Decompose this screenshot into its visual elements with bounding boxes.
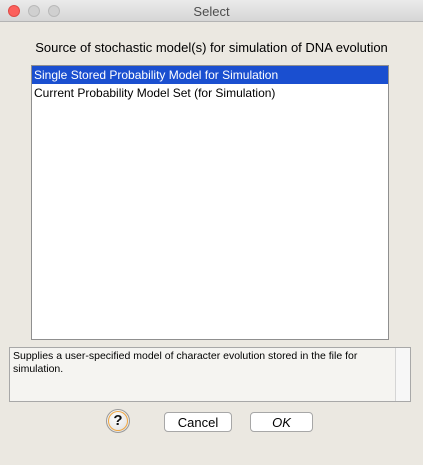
ok-button[interactable]: OK: [250, 412, 313, 432]
list-item-stored-model[interactable]: Single Stored Probability Model for Simu…: [32, 66, 388, 84]
select-dialog: Select Source of stochastic model(s) for…: [0, 0, 423, 465]
description-scrollbar[interactable]: [395, 348, 410, 401]
help-button[interactable]: ?: [106, 409, 130, 433]
window-title: Select: [193, 4, 230, 19]
title-bar: Select: [0, 0, 423, 22]
list-item-current-model-set[interactable]: Current Probability Model Set (for Simul…: [32, 84, 388, 102]
dialog-prompt: Source of stochastic model(s) for simula…: [35, 40, 388, 55]
description-box: Supplies a user-specified model of chara…: [9, 347, 411, 402]
description-text: Supplies a user-specified model of chara…: [13, 350, 358, 375]
cancel-button[interactable]: Cancel: [164, 412, 232, 432]
model-source-list[interactable]: Single Stored Probability Model for Simu…: [31, 65, 389, 340]
